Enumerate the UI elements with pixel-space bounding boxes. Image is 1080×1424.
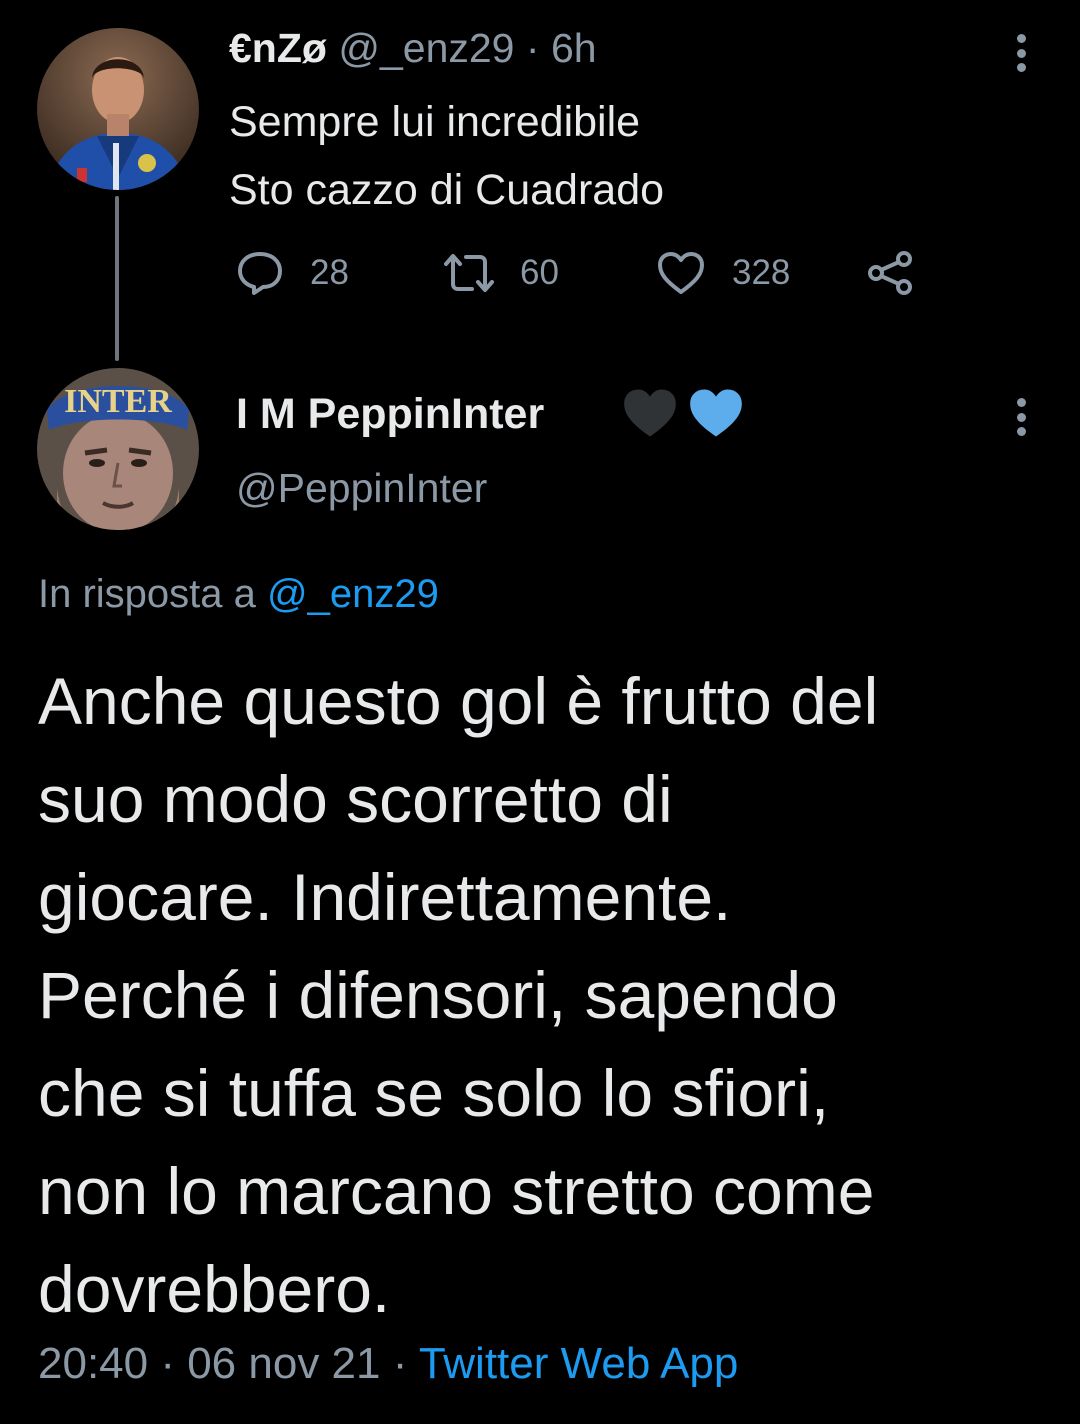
tweet1-text-line: Sto cazzo di Cuadrado: [229, 166, 665, 214]
blue-heart-icon: [690, 389, 742, 437]
tweet1-text-line: Sempre lui incredibile: [229, 98, 641, 146]
avatar-peppininter[interactable]: INTER: [37, 368, 199, 530]
tweet2-text-line: giocare. Indirettamente.: [38, 860, 732, 934]
tweet2-handle[interactable]: @PeppinInter: [236, 460, 487, 516]
tweet1-handle[interactable]: @_enz29: [338, 25, 514, 71]
reply-button[interactable]: 28: [236, 250, 349, 296]
reply-prefix: In risposta a: [38, 572, 256, 616]
meta-separator: ·: [392, 1339, 408, 1388]
tweet2-text: Anche questo gol è frutto del suo modo s…: [38, 652, 1048, 1338]
heart-outline-icon: [658, 252, 704, 294]
name-emoji: [620, 386, 746, 440]
tweet1-text: Sempre lui incredibile Sto cazzo di Cuad…: [229, 88, 664, 224]
like-count: 328: [732, 253, 791, 292]
tweet1-display-name[interactable]: €nZø: [229, 25, 327, 71]
tweet2-text-line: che si tuffa se solo lo sfiori,: [38, 1056, 830, 1130]
tweet1-time[interactable]: 6h: [551, 25, 597, 71]
tweet2-text-line: Anche questo gol è frutto del: [38, 664, 879, 738]
tweet2-source[interactable]: Twitter Web App: [419, 1339, 739, 1388]
avatar-photo: [37, 28, 199, 190]
retweet-button[interactable]: 60: [442, 250, 559, 296]
tweet2-text-line: Perché i difensori, sapendo: [38, 958, 838, 1032]
thread-connector-line: [115, 196, 119, 361]
reply-icon: [238, 252, 282, 295]
share-icon: [868, 251, 912, 295]
tweet1-header: €nZø @_enz29 · 6h: [229, 22, 597, 74]
tweet1-separator: ·: [525, 25, 540, 71]
like-button[interactable]: 328: [656, 250, 790, 296]
avatar-photo: INTER: [37, 368, 199, 530]
reply-to-link[interactable]: @_enz29: [267, 572, 439, 616]
reply-context: In risposta a @_enz29: [38, 566, 439, 622]
tweet2-text-line: suo modo scorretto di: [38, 762, 673, 836]
tweet2-meta: 20:40 · 06 nov 21 · Twitter Web App: [38, 1334, 738, 1394]
avatar-enz29[interactable]: [37, 28, 199, 190]
retweet-icon: [444, 254, 494, 292]
black-heart-icon: [624, 389, 676, 437]
avatar-cap-text: INTER: [64, 383, 172, 420]
tweet2-more-options-icon[interactable]: [1006, 392, 1036, 442]
tweet2-text-line: dovrebbero.: [38, 1252, 391, 1326]
tweet2-timestamp[interactable]: 20:40 · 06 nov 21: [38, 1339, 380, 1388]
reply-count: 28: [310, 253, 349, 292]
retweet-count: 60: [520, 253, 559, 292]
tweet2-display-name[interactable]: I M PeppinInter: [236, 386, 544, 442]
tweet2-text-line: non lo marcano stretto come: [38, 1154, 875, 1228]
share-button[interactable]: [866, 250, 916, 296]
tweet1-more-options-icon[interactable]: [1006, 28, 1036, 78]
